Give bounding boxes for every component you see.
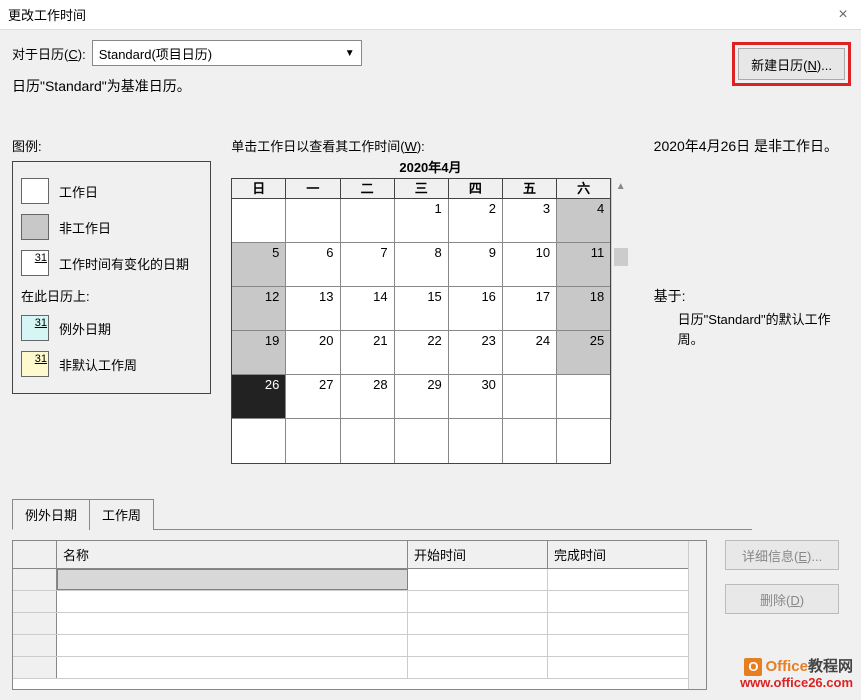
legend-item-changed: 31 工作时间有变化的日期	[21, 250, 202, 276]
calendar-weekday-header: 日一二三四五六	[232, 179, 610, 199]
day-20[interactable]: 20	[286, 331, 340, 375]
delete-button[interactable]: 删除(D)	[725, 584, 839, 614]
dialog-content: 对于日历(C): Standard(项目日历) ▼ 新建日历(N)... 日历"…	[0, 30, 861, 700]
based-on-label: 基于:	[654, 286, 849, 306]
tab-exceptions[interactable]: 例外日期	[12, 499, 90, 530]
day-2[interactable]: 2	[449, 199, 503, 243]
table-scrollbar[interactable]	[688, 541, 706, 689]
table-row[interactable]	[13, 591, 688, 613]
day-7[interactable]: 7	[341, 243, 395, 287]
day-1[interactable]: 1	[395, 199, 449, 243]
calendar-click-label: 单击工作日以查看其工作时间(W):	[231, 136, 629, 155]
day-19[interactable]: 19	[232, 331, 286, 375]
day-8[interactable]: 8	[395, 243, 449, 287]
calendar-scrollbar[interactable]: ▲	[611, 178, 629, 420]
day-16[interactable]: 16	[449, 287, 503, 331]
col-start: 开始时间	[408, 541, 548, 568]
exceptions-tabs: 例外日期 工作周 名称 开始时间 完成时间	[12, 498, 849, 690]
calendar-grid[interactable]: 日一二三四五六 1234 567891011 12131415161718 19…	[231, 178, 611, 464]
day-28[interactable]: 28	[341, 375, 395, 419]
legend-item-nonworkday: 非工作日	[21, 214, 202, 240]
workday-swatch	[21, 178, 49, 204]
day-24[interactable]: 24	[503, 331, 557, 375]
day-5[interactable]: 5	[232, 243, 286, 287]
selected-date-text: 2020年4月26日 是非工作日。	[654, 136, 849, 156]
day-22[interactable]: 22	[395, 331, 449, 375]
scroll-up-icon[interactable]: ▲	[612, 178, 629, 196]
office-logo-icon: O	[744, 658, 762, 676]
day-25[interactable]: 25	[557, 331, 610, 375]
legend-subtitle: 在此日历上:	[21, 286, 202, 305]
legend-title: 图例:	[12, 136, 211, 155]
day-14[interactable]: 14	[341, 287, 395, 331]
day-3[interactable]: 3	[503, 199, 557, 243]
day-4[interactable]: 4	[557, 199, 610, 243]
exception-swatch: 31	[21, 315, 49, 341]
dropdown-value: Standard(项目日历)	[99, 44, 212, 63]
legend-item-nondefault: 31 非默认工作周	[21, 351, 202, 377]
calendar-panel: 单击工作日以查看其工作时间(W): 2020年4月 日一二三四五六 1234 5…	[231, 136, 629, 464]
table-row[interactable]	[13, 635, 688, 657]
exceptions-table[interactable]: 名称 开始时间 完成时间	[12, 540, 707, 690]
nondefault-swatch: 31	[21, 351, 49, 377]
watermark: OOffice教程网 www.office26.com	[740, 658, 853, 691]
day-17[interactable]: 17	[503, 287, 557, 331]
for-calendar-label: 对于日历(C):	[12, 44, 86, 63]
base-calendar-text: 日历"Standard"为基准日历。	[12, 76, 849, 96]
table-row[interactable]	[13, 569, 688, 591]
window-title: 更改工作时间	[8, 5, 833, 24]
scroll-thumb[interactable]	[614, 248, 628, 266]
calendar-selector-row: 对于日历(C): Standard(项目日历) ▼	[12, 40, 849, 66]
day-12[interactable]: 12	[232, 287, 286, 331]
day-9[interactable]: 9	[449, 243, 503, 287]
table-row[interactable]	[13, 657, 688, 679]
tab-workweeks[interactable]: 工作周	[89, 499, 154, 530]
legend-item-workday: 工作日	[21, 178, 202, 204]
new-calendar-button[interactable]: 新建日历(N)...	[738, 48, 845, 80]
day-15[interactable]: 15	[395, 287, 449, 331]
day-29[interactable]: 29	[395, 375, 449, 419]
selected-date-info: 2020年4月26日 是非工作日。 基于: 日历"Standard"的默认工作周…	[650, 136, 849, 464]
table-row[interactable]	[13, 613, 688, 635]
legend-panel: 图例: 工作日 非工作日 31 工作时间有变化的日期 在此日历上: 31 例外日	[12, 136, 211, 464]
chevron-down-icon: ▼	[345, 48, 355, 59]
new-calendar-highlight: 新建日历(N)...	[732, 42, 851, 86]
day-18[interactable]: 18	[557, 287, 610, 331]
based-on-text: 日历"Standard"的默认工作周。	[678, 310, 849, 349]
day-13[interactable]: 13	[286, 287, 340, 331]
changed-swatch: 31	[21, 250, 49, 276]
legend-item-exception: 31 例外日期	[21, 315, 202, 341]
close-icon[interactable]: ×	[833, 6, 853, 24]
titlebar: 更改工作时间 ×	[0, 0, 861, 30]
col-end: 完成时间	[548, 541, 688, 568]
calendar-month-title: 2020年4月	[231, 157, 629, 176]
day-23[interactable]: 23	[449, 331, 503, 375]
calendar-dropdown[interactable]: Standard(项目日历) ▼	[92, 40, 362, 66]
day-27[interactable]: 27	[286, 375, 340, 419]
day-6[interactable]: 6	[286, 243, 340, 287]
col-name: 名称	[57, 541, 408, 568]
day-26-selected[interactable]: 26	[232, 375, 286, 419]
day-11[interactable]: 11	[557, 243, 610, 287]
table-header: 名称 开始时间 完成时间	[13, 541, 688, 569]
day-21[interactable]: 21	[341, 331, 395, 375]
nonworkday-swatch	[21, 214, 49, 240]
details-button[interactable]: 详细信息(E)...	[725, 540, 839, 570]
day-10[interactable]: 10	[503, 243, 557, 287]
legend-box: 工作日 非工作日 31 工作时间有变化的日期 在此日历上: 31 例外日期 31	[12, 161, 211, 394]
day-30[interactable]: 30	[449, 375, 503, 419]
